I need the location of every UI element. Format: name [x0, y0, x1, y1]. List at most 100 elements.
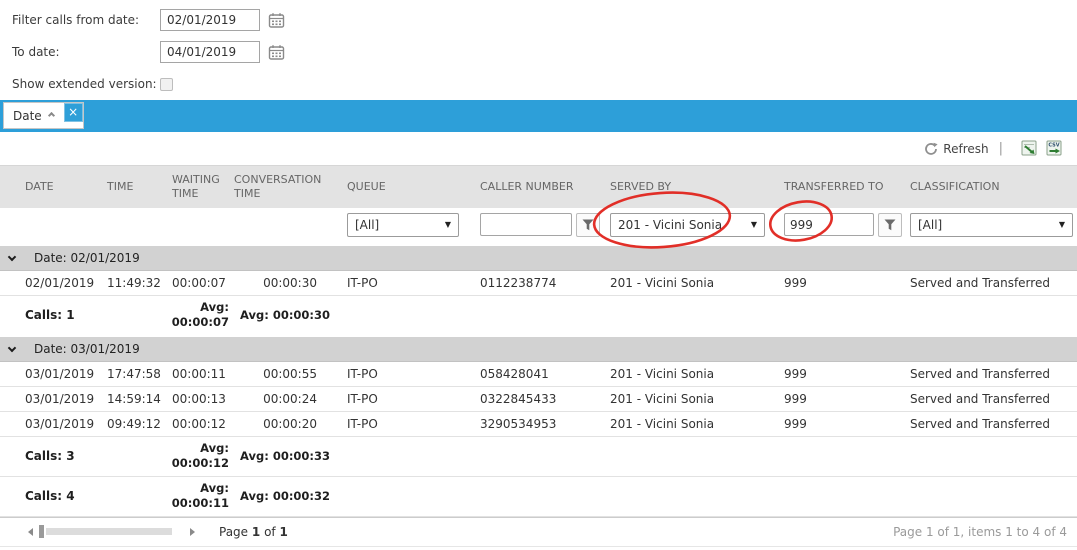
classification-filter-select[interactable]: [All]▼ — [910, 213, 1073, 237]
col-header-served-by[interactable]: SERVED BY — [608, 166, 782, 208]
col-header-queue[interactable]: QUEUE — [345, 166, 478, 208]
header-row: DATE TIME WAITING TIME CONVERSATION TIME… — [0, 166, 1077, 208]
page-total: 1 — [279, 525, 287, 539]
cell-conversation-time: 00:00:30 — [232, 270, 345, 295]
pager-bar: Page 1 of 1 Page 1 of 1, items 1 to 4 of… — [0, 517, 1077, 547]
refresh-icon — [924, 142, 938, 156]
cell-waiting-time: 00:00:12 — [170, 411, 232, 436]
transferred-to-filter-button[interactable] — [878, 213, 902, 237]
summary-avg-conversation: Avg: 00:00:33 — [232, 436, 345, 476]
scroll-left-arrow[interactable] — [28, 528, 33, 536]
cell-caller-number: 0322845433 — [478, 386, 608, 411]
cell-transferred-to: 999 — [782, 270, 908, 295]
cell-served-by: 201 - Vicini Sonia — [608, 386, 782, 411]
total-summary-row: Calls: 4Avg:00:00:11Avg: 00:00:32 — [0, 476, 1077, 516]
scroll-right-arrow[interactable] — [190, 528, 195, 536]
cell-classification: Served and Transferred — [908, 386, 1077, 411]
refresh-label: Refresh — [943, 142, 988, 156]
group-cell: Date: 03/01/2019 — [0, 335, 1077, 361]
refresh-button[interactable]: Refresh — [924, 142, 988, 156]
extended-version-checkbox[interactable] — [160, 78, 173, 91]
from-date-calendar-button[interactable] — [268, 12, 285, 29]
col-header-waiting-time[interactable]: WAITING TIME — [170, 166, 232, 208]
group-cell: Date: 02/01/2019 — [0, 244, 1077, 270]
group-chip-close-button[interactable]: × — [64, 103, 83, 122]
grouping-bar[interactable]: Date × — [0, 100, 1077, 132]
summary-calls: Calls: 4 — [0, 476, 170, 516]
collapse-chevron-icon[interactable] — [8, 343, 16, 351]
toolbar-separator: | — [999, 141, 1003, 156]
excel-export-icon — [1021, 140, 1038, 157]
cell-date: 03/01/2019 — [0, 411, 105, 436]
cell-queue: IT-PO — [345, 270, 478, 295]
extended-version-label: Show extended version: — [12, 77, 160, 91]
export-csv-button[interactable]: CSV — [1046, 140, 1063, 157]
cell-caller-number: 0112238774 — [478, 270, 608, 295]
extended-version-row: Show extended version: — [12, 68, 1077, 100]
table-row[interactable]: 03/01/201909:49:1200:00:1200:00:20IT-PO3… — [0, 411, 1077, 436]
transferred-to-filter-input[interactable] — [784, 213, 874, 236]
cell-conversation-time: 00:00:24 — [232, 386, 345, 411]
cell-waiting-time: 00:00:07 — [170, 270, 232, 295]
summary-avg-conversation: Avg: 00:00:32 — [232, 476, 345, 516]
group-header-row[interactable]: Date: 02/01/2019 — [0, 244, 1077, 270]
to-date-input[interactable] — [160, 41, 260, 63]
from-date-input[interactable] — [160, 9, 260, 31]
scrollbar-handle[interactable] — [39, 525, 44, 538]
col-header-transferred-to[interactable]: TRANSFERRED TO — [782, 166, 908, 208]
summary-avg-waiting: Avg:00:00:12 — [170, 436, 232, 476]
group-summary-row: Calls: 3Avg:00:00:12Avg: 00:00:33 — [0, 436, 1077, 476]
page-current: 1 — [252, 525, 260, 539]
summary-avg-conversation: Avg: 00:00:30 — [232, 295, 345, 335]
group-label: Date: 02/01/2019 — [34, 251, 140, 265]
cell-served-by: 201 - Vicini Sonia — [608, 270, 782, 295]
to-date-label: To date: — [12, 45, 160, 59]
calendar-icon — [268, 12, 285, 29]
group-chip-date[interactable]: Date × — [3, 102, 84, 129]
chevron-down-icon: ▼ — [1059, 220, 1065, 229]
cell-time: 17:47:58 — [105, 361, 170, 386]
queue-filter-select[interactable]: [All] ▼ — [347, 213, 459, 237]
table-row[interactable]: 03/01/201917:47:5800:00:1100:00:55IT-PO0… — [0, 361, 1077, 386]
cell-queue: IT-PO — [345, 361, 478, 386]
served-by-filter-select[interactable]: 201 - Vicini Sonia ▼ — [610, 213, 765, 237]
group-header-row[interactable]: Date: 03/01/2019 — [0, 335, 1077, 361]
col-header-classification[interactable]: CLASSIFICATION — [908, 166, 1077, 208]
col-header-date[interactable]: DATE — [0, 166, 105, 208]
caller-number-filter-input[interactable] — [480, 213, 572, 236]
chevron-down-icon: ▼ — [751, 220, 757, 229]
export-excel-button[interactable] — [1021, 140, 1038, 157]
cell-classification: Served and Transferred — [908, 270, 1077, 295]
cell-classification: Served and Transferred — [908, 411, 1077, 436]
collapse-chevron-icon[interactable] — [8, 252, 16, 260]
queue-filter-value: [All] — [355, 218, 379, 232]
toolbar: Refresh | CSV — [0, 132, 1077, 165]
scrollbar-track[interactable] — [46, 528, 172, 535]
from-date-row: Filter calls from date: — [12, 4, 1077, 36]
col-header-conversation-time[interactable]: CONVERSATION TIME — [232, 166, 345, 208]
summary-calls: Calls: 1 — [0, 295, 170, 335]
table-row[interactable]: 02/01/201911:49:3200:00:0700:00:30IT-PO0… — [0, 270, 1077, 295]
cell-waiting-time: 00:00:11 — [170, 361, 232, 386]
cell-classification: Served and Transferred — [908, 361, 1077, 386]
filter-row-spacer — [0, 208, 345, 245]
cell-time: 11:49:32 — [105, 270, 170, 295]
cell-time: 09:49:12 — [105, 411, 170, 436]
close-icon: × — [68, 105, 78, 119]
col-header-time[interactable]: TIME — [105, 166, 170, 208]
filter-form: Filter calls from date: To date: Show ex… — [0, 0, 1077, 100]
caller-number-filter-button[interactable] — [576, 213, 600, 237]
to-date-calendar-button[interactable] — [268, 44, 285, 61]
col-header-caller-number[interactable]: CALLER NUMBER — [478, 166, 608, 208]
chevron-down-icon: ▼ — [445, 220, 451, 229]
table-row[interactable]: 03/01/201914:59:1400:00:1300:00:24IT-PO0… — [0, 386, 1077, 411]
table-body: Date: 02/01/2019 02/01/201911:49:3200:00:… — [0, 244, 1077, 516]
cell-conversation-time: 00:00:20 — [232, 411, 345, 436]
cell-served-by: 201 - Vicini Sonia — [608, 361, 782, 386]
summary-spacer — [345, 295, 1077, 335]
cell-conversation-time: 00:00:55 — [232, 361, 345, 386]
pager-status: Page 1 of 1, items 1 to 4 of 4 — [893, 525, 1067, 539]
cell-transferred-to: 999 — [782, 386, 908, 411]
served-by-filter-value: 201 - Vicini Sonia — [618, 218, 722, 232]
group-label: Date: 03/01/2019 — [34, 342, 140, 356]
